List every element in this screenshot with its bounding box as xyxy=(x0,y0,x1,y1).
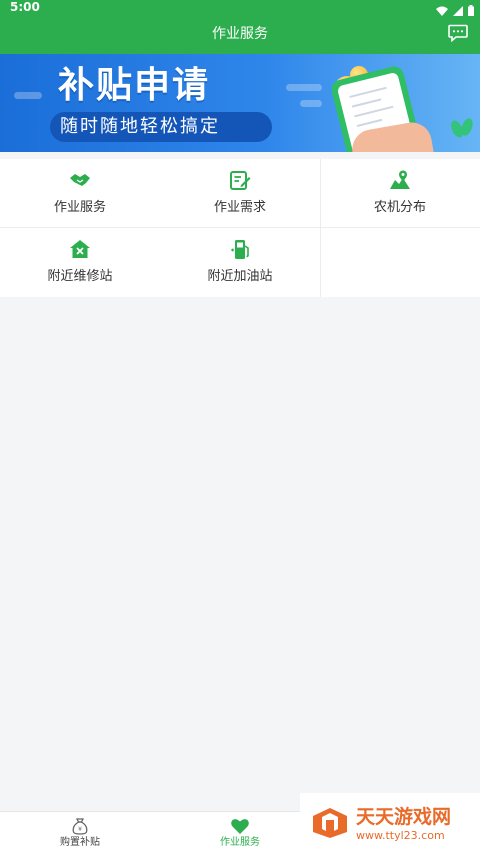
banner-stripe xyxy=(300,100,322,107)
status-icons xyxy=(436,1,474,20)
edit-document-icon xyxy=(230,171,251,190)
handshake-icon xyxy=(70,174,90,186)
banner-title: 补贴申请 xyxy=(58,65,211,106)
banner-stripe xyxy=(286,84,322,91)
svg-text:¥: ¥ xyxy=(78,826,82,833)
menu-item-label: 作业服务 xyxy=(53,200,106,215)
menu-item-label: 附近加油站 xyxy=(207,269,273,284)
menu-item-label: 作业需求 xyxy=(213,200,266,215)
message-button[interactable] xyxy=(448,24,470,44)
heart-icon xyxy=(231,819,249,834)
gas-station-icon xyxy=(231,240,249,259)
tab-work-service[interactable]: 作业服务 xyxy=(160,812,320,851)
leaf-icon xyxy=(459,116,475,138)
repair-house-icon xyxy=(70,240,90,258)
tab-label: 作业服务 xyxy=(220,837,260,848)
menu-item-repair-station[interactable]: 附近维修站 xyxy=(0,228,160,297)
chat-bubble-icon xyxy=(448,24,468,43)
menu-item-label: 附近维修站 xyxy=(47,269,113,284)
money-bag-icon: ¥ xyxy=(72,818,88,835)
menu-item-machinery-map[interactable]: 农机分布 xyxy=(320,159,480,228)
watermark-text: 天天游戏网 xyxy=(356,806,452,828)
watermark-logo-icon xyxy=(313,808,347,838)
map-pin-icon xyxy=(390,170,410,189)
banner-stripe xyxy=(14,92,42,99)
battery-icon xyxy=(468,1,474,20)
tab-label: 购置补贴 xyxy=(60,837,100,848)
grid-divider xyxy=(320,159,321,297)
grid-divider xyxy=(0,227,480,228)
top-bar: 5:00 作业服务 xyxy=(0,0,480,54)
screen-line xyxy=(351,98,382,108)
menu-item-work-service[interactable]: 作业服务 xyxy=(0,159,160,228)
menu-item-label: 农机分布 xyxy=(373,200,426,215)
screen-line xyxy=(349,86,387,98)
wifi-icon xyxy=(436,1,448,20)
subsidy-banner[interactable]: 补贴申请 随时随地轻松搞定 xyxy=(0,54,480,152)
page-title: 作业服务 xyxy=(212,26,268,42)
service-menu-grid: 作业服务 作业需求 农机分布 附近维修站 附近加油站 xyxy=(0,159,480,297)
signal-icon xyxy=(453,1,463,20)
menu-item-gas-station[interactable]: 附近加油站 xyxy=(160,228,320,297)
watermark-url: www.ttyl23.com xyxy=(356,829,445,842)
tab-purchase-subsidy[interactable]: ¥ 购置补贴 xyxy=(0,812,160,851)
screen-line xyxy=(354,105,394,118)
menu-item-work-demand[interactable]: 作业需求 xyxy=(160,159,320,228)
screen-line xyxy=(356,118,383,128)
banner-subtitle: 随时随地轻松搞定 xyxy=(60,116,220,137)
status-time: 5:00 xyxy=(10,0,40,14)
watermark: 天天游戏网 www.ttyl23.com xyxy=(300,793,480,850)
status-bar: 5:00 xyxy=(0,0,480,16)
